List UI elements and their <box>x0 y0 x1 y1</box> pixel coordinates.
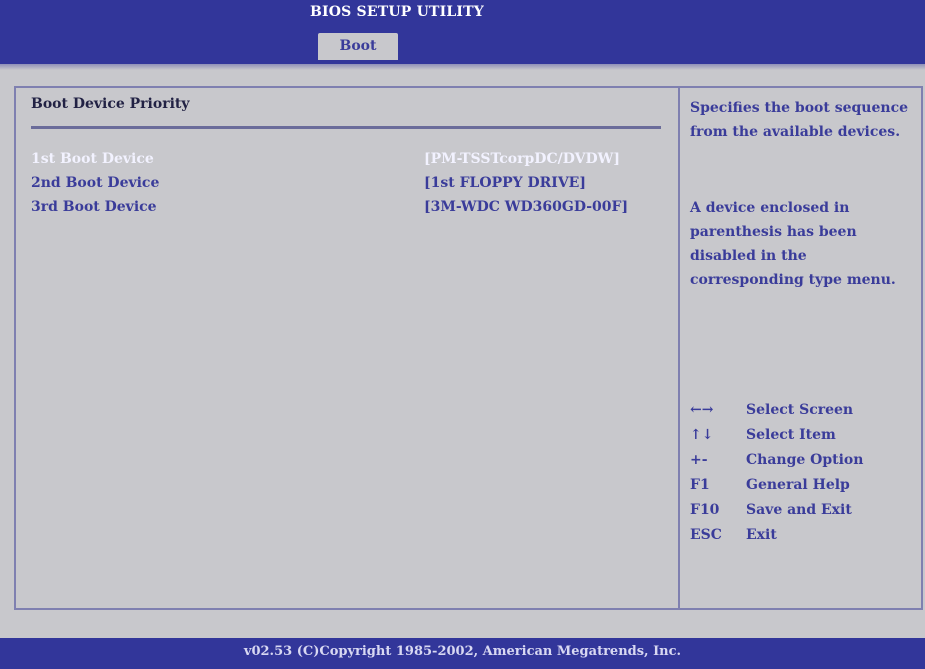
shortcut-key: ↑↓ <box>690 427 714 443</box>
shortcut-row: +- Change Option <box>690 448 915 473</box>
boot-device-label: 3rd Boot Device <box>31 199 157 215</box>
help-text-1: Specifies the boot sequence from the ava… <box>690 100 908 140</box>
shortcut-action: Select Item <box>746 427 836 443</box>
app-title: BIOS SETUP UTILITY <box>310 4 484 20</box>
shortcut-action: Change Option <box>746 452 864 468</box>
header-shadow <box>0 64 925 70</box>
boot-device-label: 2nd Boot Device <box>31 175 160 191</box>
boot-device-label: 1st Boot Device <box>31 151 154 167</box>
shortcut-action: Exit <box>746 527 777 543</box>
boot-device-row[interactable]: 1st Boot Device [PM-TSSTcorpDC/DVDW] <box>31 151 661 171</box>
shortcut-action: Select Screen <box>746 402 854 418</box>
boot-device-value[interactable]: [1st FLOPPY DRIVE] <box>424 175 586 191</box>
boot-device-value[interactable]: [3M-WDC WD360GD-00F] <box>424 199 628 215</box>
section-rule <box>31 126 661 129</box>
shortcut-key: F1 <box>690 477 710 493</box>
shortcut-row: ←→ Select Screen <box>690 398 915 423</box>
tab-boot[interactable]: Boot <box>318 33 398 60</box>
copyright-text: v02.53 (C)Copyright 1985-2002, American … <box>243 644 682 659</box>
shortcut-key: F10 <box>690 502 720 518</box>
section-title: Boot Device Priority <box>31 96 190 112</box>
shortcut-action: Save and Exit <box>746 502 852 518</box>
help-divider <box>678 87 680 609</box>
help-text-2: A device enclosed in parenthesis has bee… <box>690 200 896 288</box>
shortcut-row: F1 General Help <box>690 473 915 498</box>
shortcut-key: ←→ <box>690 402 714 418</box>
shortcut-row: F10 Save and Exit <box>690 498 915 523</box>
shortcut-action: General Help <box>746 477 850 493</box>
boot-device-value[interactable]: [PM-TSSTcorpDC/DVDW] <box>424 151 620 167</box>
boot-device-row[interactable]: 3rd Boot Device [3M-WDC WD360GD-00F] <box>31 199 661 219</box>
shortcut-key: ESC <box>690 527 722 543</box>
boot-device-row[interactable]: 2nd Boot Device [1st FLOPPY DRIVE] <box>31 175 661 195</box>
shortcut-row: ESC Exit <box>690 523 915 548</box>
shortcut-list: ←→ Select Screen ↑↓ Select Item +- Chang… <box>690 398 915 548</box>
shortcut-row: ↑↓ Select Item <box>690 423 915 448</box>
shortcut-key: +- <box>690 452 708 468</box>
